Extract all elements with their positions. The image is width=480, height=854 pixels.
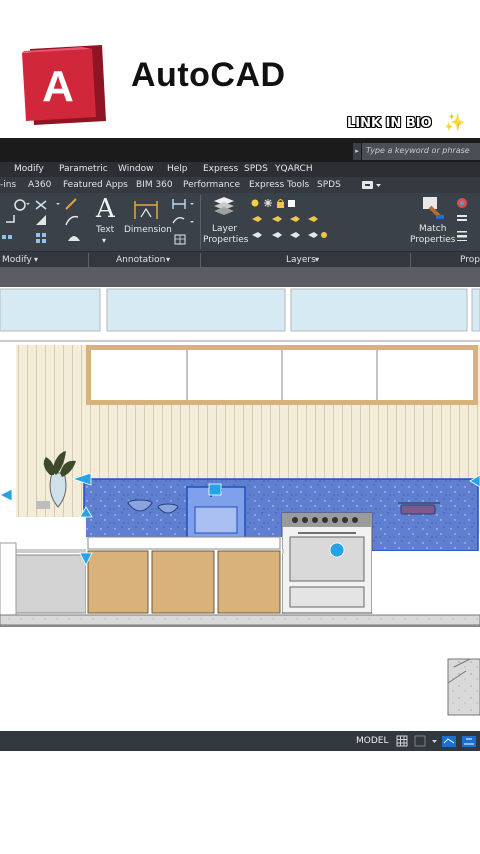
tab-express-tools[interactable]: Express Tools — [249, 180, 309, 190]
menu-modify[interactable]: Modify — [14, 164, 44, 174]
status-tools-icons[interactable] — [396, 735, 480, 748]
properties-tools-icons[interactable] — [454, 197, 480, 245]
status-bar: MODEL — [0, 731, 480, 751]
panel-label-properties[interactable]: Prop — [460, 255, 480, 265]
panel-label-modify[interactable]: Modify — [2, 255, 32, 265]
dimension-tool-icon[interactable] — [133, 199, 159, 221]
modify-tools-icon[interactable] — [0, 195, 90, 251]
match-properties-label-2[interactable]: Properties — [410, 235, 455, 246]
ribbon-panel: A Text ▾ Dimension Layer Properties hatc… — [0, 193, 480, 406]
autocad-logo: A — [22, 45, 106, 125]
layer-properties-label-1[interactable]: Layer — [212, 224, 237, 235]
drawing-canvas[interactable] — [0, 287, 480, 733]
tab-featured-apps[interactable]: Featured Apps — [63, 180, 128, 190]
panel-modify-arrow-icon[interactable]: ▾ — [34, 255, 38, 264]
menu-help[interactable]: Help — [167, 164, 188, 174]
tab-performance[interactable]: Performance — [183, 180, 240, 190]
menu-spds[interactable]: SPDS — [244, 164, 268, 174]
menu-yqarch[interactable]: YQARCH — [275, 164, 313, 174]
layer-state-icons[interactable] — [250, 197, 296, 209]
panel-layers-arrow-icon[interactable]: ▾ — [315, 255, 319, 264]
menu-express[interactable]: Express — [203, 164, 238, 174]
layer-properties-icon[interactable] — [210, 195, 236, 219]
panel-label-layers[interactable]: Layers — [286, 255, 316, 265]
menu-window[interactable]: Window — [118, 164, 154, 174]
model-space-button[interactable]: MODEL — [356, 736, 388, 746]
sparkle-icon: ✨ — [444, 113, 466, 133]
tab-spds[interactable]: SPDS — [317, 180, 341, 190]
search-placeholder: Type a keyword or phrase — [366, 146, 470, 155]
search-expand-icon[interactable]: ▸ — [353, 143, 361, 160]
panel-annotation-arrow-icon[interactable]: ▾ — [166, 255, 170, 264]
match-properties-label-1[interactable]: Match — [419, 224, 446, 235]
search-input[interactable]: Type a keyword or phrase — [362, 143, 480, 160]
layer-properties-label-2[interactable]: Properties — [203, 235, 248, 246]
dimension-tool-label[interactable]: Dimension — [124, 225, 172, 236]
logo-letter: A — [42, 62, 74, 111]
panel-label-annotation[interactable]: Annotation — [116, 255, 165, 265]
tab-a360[interactable]: A360 — [28, 180, 51, 190]
kitchen-elevation-drawing — [0, 287, 480, 716]
link-in-bio-text: LINK IN BIO — [347, 116, 432, 131]
text-dropdown-icon[interactable]: ▾ — [102, 235, 106, 246]
match-properties-icon[interactable] — [420, 195, 446, 221]
ribbon-panel-labels: Modify ▾ Annotation ▾ Layers ▾ Prop — [0, 251, 480, 268]
tab-addins[interactable]: -ins — [0, 180, 16, 190]
ribbon-minimize-icon[interactable] — [362, 181, 382, 190]
annotation-small-tools-icon[interactable] — [170, 197, 196, 247]
menu-parametric[interactable]: Parametric — [59, 164, 108, 174]
ribbon-tab-bar: -ins A360 Featured Apps BIM 360 Performa… — [0, 177, 480, 193]
text-tool-icon[interactable]: A — [96, 195, 115, 223]
menu-bar: Modify Parametric Window Help Express SP… — [0, 162, 480, 177]
brand-name: AutoCAD — [131, 56, 286, 94]
tab-bim360[interactable]: BIM 360 — [136, 180, 173, 190]
layer-tools-icons[interactable] — [250, 213, 330, 249]
file-tab-strip — [0, 267, 480, 287]
